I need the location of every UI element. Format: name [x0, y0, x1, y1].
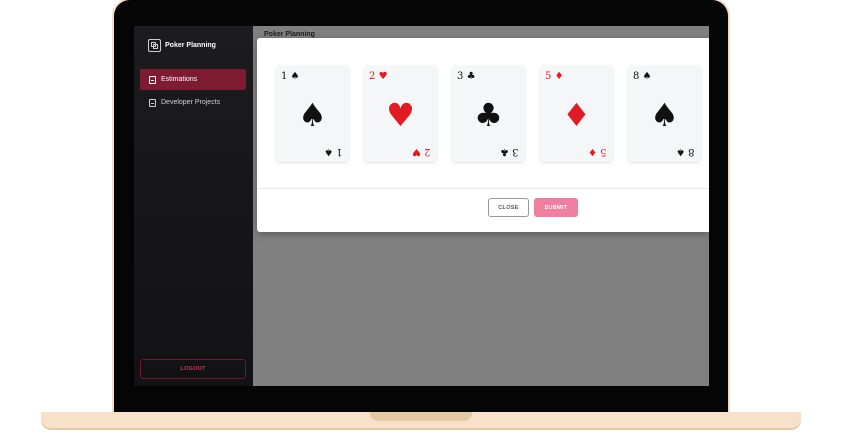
diamond-icon: ♦ [562, 96, 591, 134]
card-corner-top: 5 ♦ [545, 71, 564, 82]
poker-card-2[interactable]: 2 ♥ ♥ 2 ♥ [364, 66, 437, 162]
sidebar-item-label: Developer Projects [161, 99, 221, 106]
card-corner-top: 3 ♣ [457, 71, 476, 82]
sidebar-item-label: Estimations [161, 76, 198, 83]
poker-card-8[interactable]: 8 ♠ ♠ 8 ♠ [628, 66, 701, 162]
app-screen: Poker Planning Estimations Developer Pro… [134, 26, 709, 386]
card-corner-bottom: 2 ♥ [412, 146, 431, 157]
document-icon [149, 75, 156, 84]
sidebar-item-estimations[interactable]: Estimations [140, 69, 246, 90]
club-icon: ♣ [474, 96, 503, 134]
card-corner-bottom: 8 ♠ [676, 146, 695, 157]
logout-button[interactable]: LOGOUT [140, 359, 246, 379]
card-corner-bottom: 1 ♠ [324, 146, 343, 157]
estimation-modal: 1 ♠ ♠ 1 ♠ 2 ♥ ♥ 2 ♥ 3 ♣ ♣ 3 ♣ 5 ♦ ♦ 5 ♦ … [257, 38, 709, 232]
card-corner-bottom: 5 ♦ [588, 146, 607, 157]
heart-icon: ♥ [386, 96, 415, 134]
laptop-notch [370, 412, 472, 421]
cards-logo-icon [148, 38, 161, 52]
page-title: Poker Planning [264, 31, 315, 38]
card-corner-top: 8 ♠ [633, 71, 652, 82]
sidebar-item-developer-projects[interactable]: Developer Projects [140, 92, 246, 113]
poker-card-5[interactable]: 5 ♦ ♦ 5 ♦ [540, 66, 613, 162]
brand-name: Poker Planning [165, 41, 216, 49]
submit-button[interactable]: SUBMIT [534, 198, 578, 217]
spade-icon: ♠ [650, 96, 679, 134]
modal-divider [257, 188, 709, 189]
brand[interactable]: Poker Planning [148, 37, 216, 53]
poker-card-1[interactable]: 1 ♠ ♠ 1 ♠ [276, 66, 349, 162]
sidebar: Poker Planning Estimations Developer Pro… [134, 26, 253, 386]
spade-icon: ♠ [298, 96, 327, 134]
card-corner-top: 1 ♠ [281, 71, 300, 82]
poker-card-3[interactable]: 3 ♣ ♣ 3 ♣ [452, 66, 525, 162]
document-icon [149, 98, 156, 107]
close-button[interactable]: CLOSE [488, 198, 529, 217]
laptop-base [41, 412, 801, 428]
card-corner-bottom: 3 ♣ [500, 146, 519, 157]
card-corner-top: 2 ♥ [369, 71, 388, 82]
